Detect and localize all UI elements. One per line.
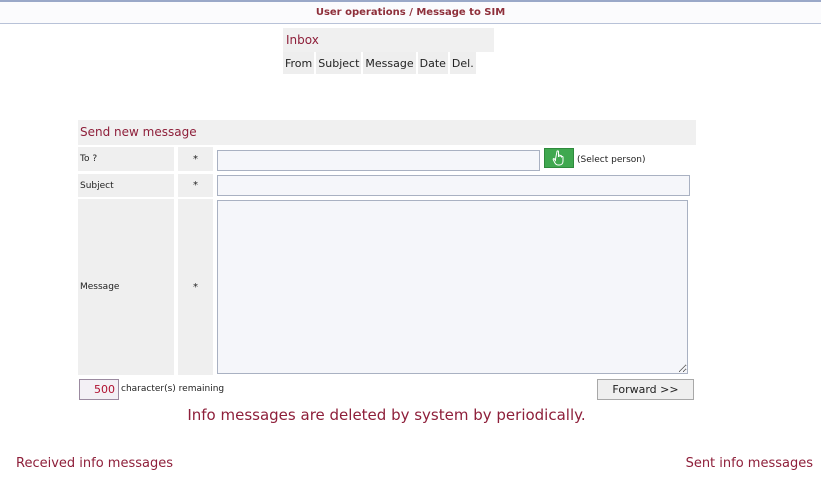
inbox-table: From Subject Message Date Del. [281, 52, 478, 74]
hand-pointer-icon [552, 150, 564, 166]
message-row: Message * [78, 199, 696, 375]
message-required-mark: * [178, 199, 213, 375]
inbox-title: Inbox [283, 28, 494, 52]
message-label: Message [78, 199, 174, 375]
column-header-message: Message [363, 52, 416, 74]
send-message-title: Send new message [78, 120, 696, 145]
select-person-button[interactable] [544, 148, 574, 168]
inbox-section: Inbox From Subject Message Date Del. [283, 28, 494, 74]
column-header-from: From [283, 52, 315, 74]
subject-row: Subject * [78, 174, 696, 197]
to-label: To ? [78, 147, 174, 171]
received-info-messages-link[interactable]: Received info messages [16, 456, 173, 471]
message-textarea[interactable] [217, 200, 688, 374]
column-header-delete: Del. [449, 52, 476, 74]
forward-button[interactable]: Forward >> [597, 379, 694, 400]
column-header-date: Date [417, 52, 448, 74]
inbox-header-row: From Subject Message Date Del. [283, 52, 476, 74]
chars-remaining-counter: 500 [79, 379, 119, 400]
subject-input[interactable] [217, 175, 690, 196]
chars-remaining-label: character(s) remaining [121, 384, 225, 394]
to-row: To ? * (Select person) [78, 147, 696, 171]
to-required-mark: * [178, 147, 213, 171]
column-header-subject: Subject [316, 52, 362, 74]
sent-info-messages-link[interactable]: Sent info messages [686, 456, 813, 471]
info-note: Info messages are deleted by system by p… [187, 406, 586, 424]
breadcrumb: User operations / Message to SIM [315, 7, 506, 18]
select-person-label: (Select person) [577, 155, 646, 165]
subject-label: Subject [78, 174, 174, 197]
subject-required-mark: * [178, 174, 213, 197]
to-input[interactable] [217, 150, 540, 171]
header-bar: User operations / Message to SIM [0, 0, 821, 24]
